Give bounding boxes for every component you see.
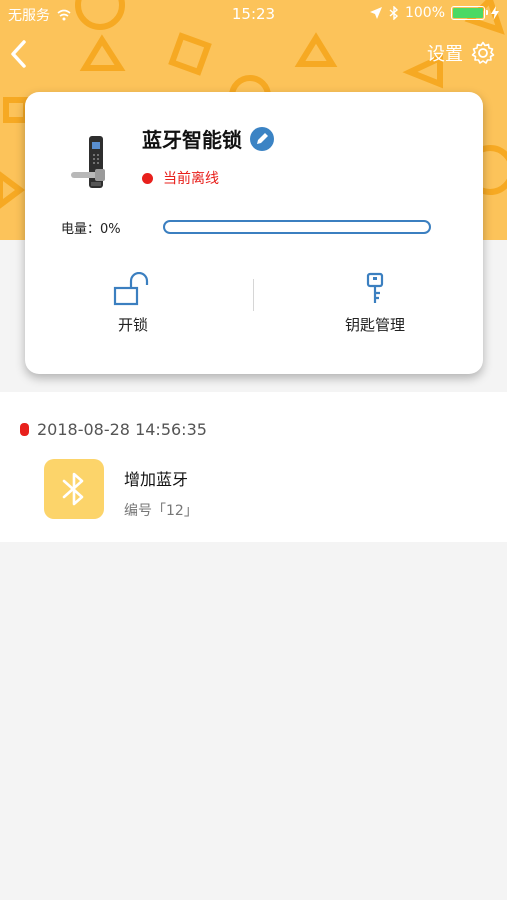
log-title[interactable]: 增加蓝牙 [124,466,188,490]
offline-dot [142,172,153,184]
device-card: 蓝牙智能锁 当前离线 电量：0% 开锁 钥匙管理 [25,92,483,374]
bluetooth-icon [389,6,398,20]
settings-button[interactable]: 设置 [427,40,495,66]
battery-progress [163,220,431,234]
bluetooth-icon [62,472,84,506]
connection-status: 当前离线 [142,168,219,188]
device-name: 蓝牙智能锁 [142,128,242,152]
back-icon [11,40,26,68]
unlock-button[interactable]: 开锁 [93,272,173,335]
log-dot [20,423,29,436]
key-management-button[interactable]: 钥匙管理 [325,272,425,335]
log-subtitle: 编号「12」 [124,503,198,519]
log-time: 2018-08-28 14:56:35 [37,420,207,439]
edit-icon [257,132,268,144]
charging-icon [491,6,499,20]
nav-bar: 设置 [0,32,507,76]
log-list: 2018-08-28 14:56:35 增加蓝牙 编号「12」 [0,392,507,542]
status-text: 当前离线 [163,171,219,187]
battery-icon [451,6,488,20]
gear-icon [471,41,495,64]
log-time-row: 2018-08-28 14:56:35 [20,420,207,439]
smart-lock-image [71,136,105,188]
status-bar: 无服务 15:23 100% [0,0,507,28]
location-arrow-icon [369,7,382,19]
edit-name-button[interactable] [250,126,274,151]
device-title-row: 蓝牙智能锁 [142,124,274,153]
unlock-label: 开锁 [117,316,148,334]
key-management-label: 钥匙管理 [344,316,405,334]
status-icons: 100% [369,5,499,21]
battery-label: 电量：0% [61,222,121,237]
battery-percent: 100% [404,5,445,21]
key-icon [366,272,384,303]
unlock-icon [113,272,149,306]
settings-label: 设置 [427,44,463,65]
bluetooth-log-icon [44,459,104,519]
action-divider [253,279,254,311]
back-button[interactable] [6,36,36,72]
